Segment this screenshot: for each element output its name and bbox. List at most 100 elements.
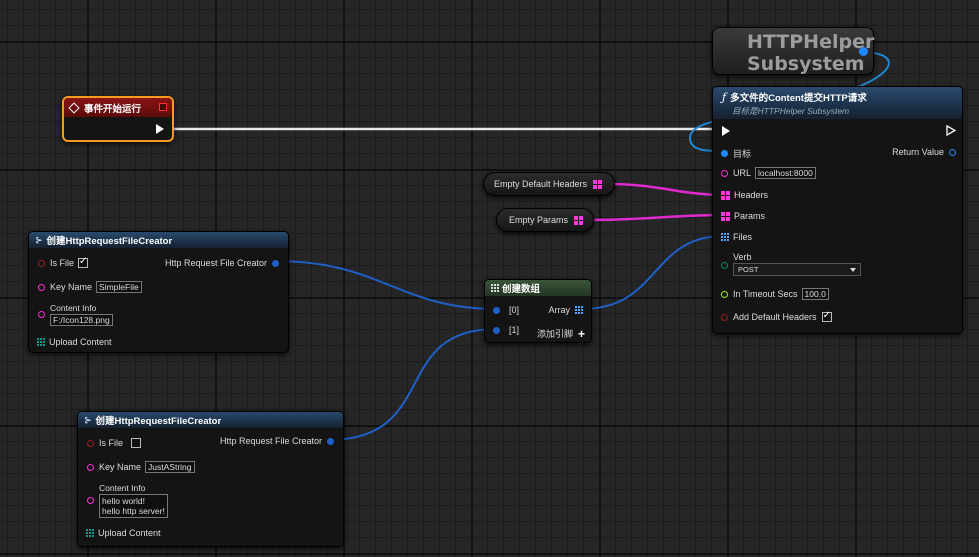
creator2-content-input[interactable]: hello world! hello http server! (99, 494, 168, 518)
target-pin-row[interactable]: 目标 (721, 147, 751, 160)
add-pin-row[interactable]: 添加引脚 + (537, 327, 585, 340)
creator1-content-input[interactable]: F:/Icon128.png (50, 314, 113, 326)
creator1-key-pin[interactable] (38, 283, 45, 291)
add-default-headers-row[interactable]: Add Default Headers (721, 310, 832, 322)
target-pin[interactable] (721, 150, 728, 157)
creator1-upload-pin[interactable] (37, 338, 45, 346)
plus-icon[interactable]: + (578, 328, 585, 340)
url-pin-row[interactable]: URL localhost:8000 (721, 167, 816, 179)
timeout-pin-row[interactable]: In Timeout Secs 100.0 (721, 288, 829, 300)
creator2-key-pin[interactable] (87, 463, 94, 471)
return-value-label: Return Value (892, 147, 944, 157)
creator1-title: 创建HttpRequestFileCreator (46, 236, 173, 247)
creator2-upload-label: Upload Content (98, 528, 161, 538)
creator1-is-file-pin[interactable] (38, 259, 45, 267)
function-exec-out-pin[interactable] (946, 125, 956, 136)
creator1-is-file-row[interactable]: Is File (38, 256, 89, 268)
add-default-headers-pin[interactable] (721, 313, 728, 321)
creator2-is-file-row[interactable]: Is File (87, 438, 142, 448)
creator1-content-row[interactable]: Content Info F:/Icon128.png (38, 303, 113, 326)
empty-headers-output-pin[interactable] (593, 179, 603, 189)
files-label: Files (733, 232, 753, 242)
creator2-is-file-pin[interactable] (87, 439, 94, 447)
subsystem-title-line1: HTTPHelper (747, 31, 875, 53)
creator1-key-label: Key Name (50, 282, 93, 292)
creator1-is-file-checkbox[interactable] (78, 256, 89, 268)
creator1-output-pin[interactable] (272, 259, 279, 267)
creator1-output-row[interactable]: Http Request File Creator (165, 258, 279, 268)
timeout-input[interactable]: 100.0 (801, 288, 829, 300)
creator2-upload-row[interactable]: Upload Content (86, 528, 161, 538)
headers-map-icon[interactable] (721, 190, 730, 200)
creator2-content-label: Content Info (99, 483, 146, 493)
array-pin1[interactable] (493, 326, 500, 334)
creator2-content-pin[interactable] (87, 497, 94, 504)
array-output-row[interactable]: Array (548, 305, 583, 315)
params-map-icon[interactable] (721, 211, 730, 221)
verb-pin-row[interactable]: Verb POST (721, 252, 861, 276)
function-node-icon: ⊱ (84, 414, 92, 425)
subsystem-output-pin[interactable] (859, 47, 868, 56)
creator2-output-row[interactable]: Http Request File Creator (220, 436, 334, 446)
function-subtitle: 目标是HTTPHelper Subsystem (732, 106, 850, 116)
event-header: 事件开始运行 (64, 98, 172, 117)
creator2-content-line2: hello http server! (102, 506, 165, 516)
headers-pin-row[interactable]: Headers (721, 190, 768, 200)
verb-value: POST (738, 265, 759, 274)
verb-dropdown[interactable]: POST (733, 263, 861, 276)
array-pin0-label: [0] (509, 305, 520, 315)
params-label: Params (734, 211, 766, 221)
verb-pin[interactable] (721, 262, 728, 269)
add-default-headers-checkbox[interactable] (821, 310, 832, 322)
creator2-upload-pin[interactable] (86, 529, 94, 537)
make-array-title: 创建数组 (502, 284, 541, 295)
url-input[interactable]: localhost:8000 (755, 167, 816, 179)
file-creator-node-2[interactable]: ⊱ 创建HttpRequestFileCreator Is File Http … (77, 411, 344, 547)
event-icon (68, 101, 80, 114)
creator2-output-pin[interactable] (327, 437, 334, 445)
creator2-content-line1: hello world! (102, 496, 145, 506)
function-exec-in-pin[interactable] (722, 126, 730, 136)
files-array-icon[interactable] (721, 233, 729, 241)
add-default-headers-label: Add Default Headers (733, 312, 817, 322)
array-output-pin[interactable] (575, 306, 583, 314)
creator2-key-label: Key Name (99, 462, 142, 472)
creator2-header: ⊱ 创建HttpRequestFileCreator (78, 412, 343, 428)
creator2-key-input[interactable]: JustAString (145, 461, 195, 473)
empty-default-headers-node[interactable]: Empty Default Headers (483, 172, 615, 196)
subsystem-title: HTTPHelper Subsystem (747, 31, 874, 75)
event-exec-out-pin[interactable] (156, 124, 164, 134)
return-value-row[interactable]: Return Value (892, 147, 956, 157)
creator2-key-row[interactable]: Key Name JustAString (87, 461, 195, 473)
array-pin0[interactable] (493, 306, 500, 314)
timeout-pin[interactable] (721, 290, 728, 298)
event-delegate-pin[interactable] (159, 103, 167, 111)
event-begin-play-node[interactable]: 事件开始运行 (62, 96, 174, 142)
array-pin1-row[interactable]: [1] (493, 325, 519, 335)
function-icon: ƒ (722, 90, 727, 104)
creator2-content-row[interactable]: Content Info hello world! hello http ser… (87, 483, 168, 518)
creator1-key-input[interactable]: SimpleFile (96, 281, 142, 293)
creator1-content-label: Content Info (50, 303, 97, 313)
headers-wire (607, 182, 725, 197)
creator2-is-file-checkbox[interactable] (131, 438, 142, 448)
http-request-function-node[interactable]: ƒ 多文件的Content提交HTTP请求 目标是HTTPHelper Subs… (712, 86, 963, 334)
url-pin[interactable] (721, 169, 728, 177)
empty-params-node[interactable]: Empty Params (496, 208, 594, 232)
subsystem-node[interactable]: HTTPHelper Subsystem (712, 27, 874, 75)
array-pin0-row[interactable]: [0] (493, 305, 519, 315)
file-creator-node-1[interactable]: ⊱ 创建HttpRequestFileCreator Is File Http … (28, 231, 289, 353)
empty-params-output-pin[interactable] (574, 215, 583, 225)
creator1-content-pin[interactable] (38, 311, 45, 318)
files-pin-row[interactable]: Files (721, 232, 752, 242)
timeout-label: In Timeout Secs (733, 289, 798, 299)
creator2-is-file-label: Is File (99, 438, 124, 448)
chevron-down-icon (850, 267, 856, 272)
creator1-upload-row[interactable]: Upload Content (37, 337, 112, 347)
make-array-node[interactable]: 创建数组 [0] [1] Array 添加引脚 + (484, 279, 592, 343)
creator1-key-row[interactable]: Key Name SimpleFile (38, 281, 142, 293)
params-pin-row[interactable]: Params (721, 211, 765, 221)
creator2-wire (327, 328, 497, 441)
return-value-pin[interactable] (949, 148, 956, 156)
function-header: ƒ 多文件的Content提交HTTP请求 目标是HTTPHelper Subs… (713, 87, 962, 119)
